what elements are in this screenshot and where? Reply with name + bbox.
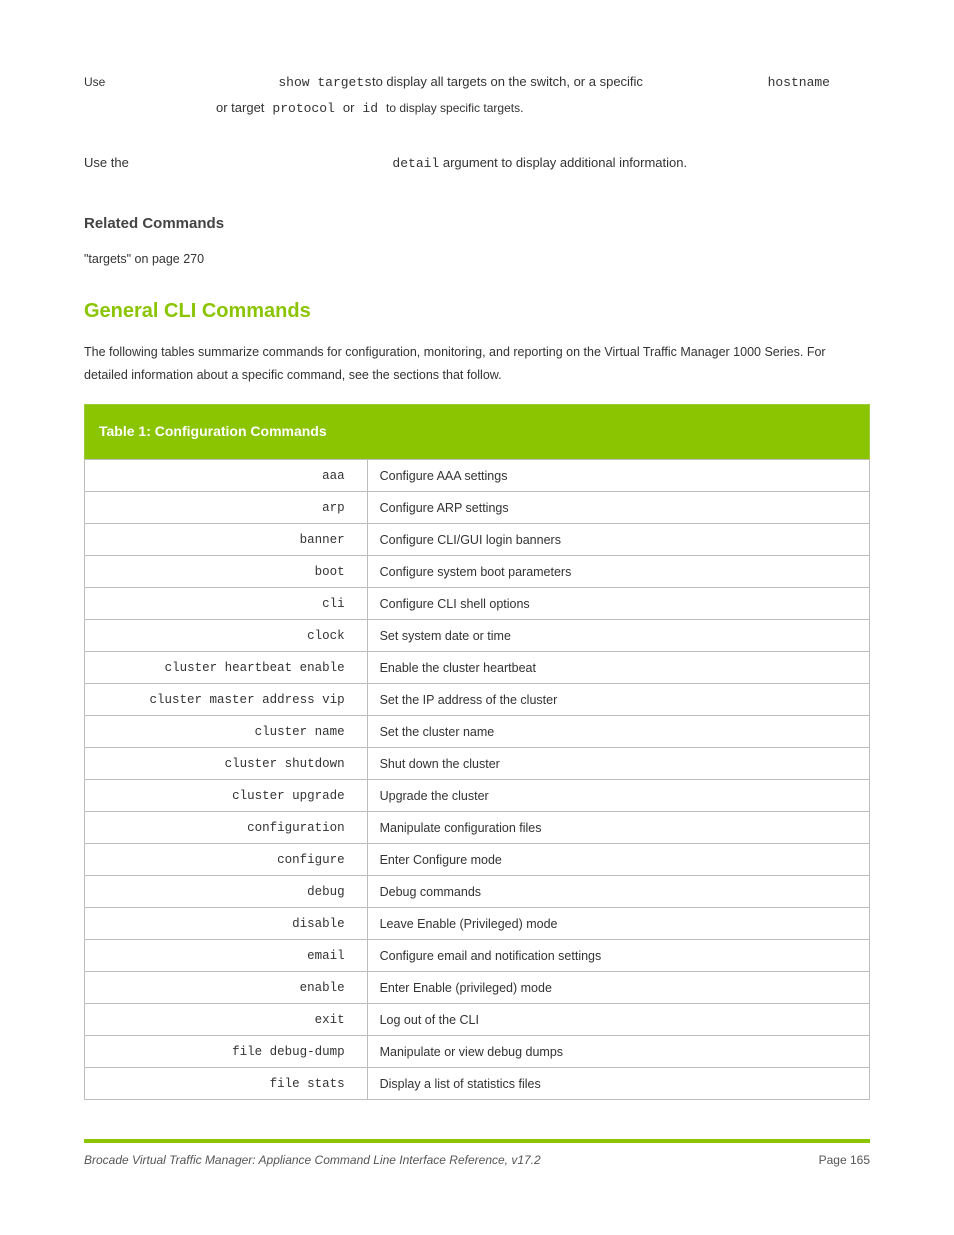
table-cell-command: file stats xyxy=(85,1068,368,1100)
table-cell-description: Display a list of statistics files xyxy=(367,1068,869,1100)
table-cell-command: configuration xyxy=(85,812,368,844)
syntax-protocol: protocol xyxy=(272,97,334,122)
table-row: clockSet system date or time xyxy=(85,620,870,652)
table-cell-command: cluster master address vip xyxy=(85,684,368,716)
table-cell-description: Log out of the CLI xyxy=(367,1004,869,1036)
table-row: file debug-dumpManipulate or view debug … xyxy=(85,1036,870,1068)
table-cell-description: Manipulate or view debug dumps xyxy=(367,1036,869,1068)
table-cell-command: arp xyxy=(85,492,368,524)
syntax-line-1: Use show targets to display all targets … xyxy=(84,70,870,96)
table-header: Table 1: Configuration Commands xyxy=(85,405,870,460)
table-cell-description: Configure email and notification setting… xyxy=(367,940,869,972)
table-cell-command: cluster heartbeat enable xyxy=(85,652,368,684)
syntax-text-use: Use xyxy=(84,71,105,94)
syntax-text-4: to display specific targets. xyxy=(386,97,523,120)
table-cell-command: boot xyxy=(85,556,368,588)
table-cell-description: Set the IP address of the cluster xyxy=(367,684,869,716)
table-cell-description: Set the cluster name xyxy=(367,716,869,748)
table-cell-command: configure xyxy=(85,844,368,876)
section-lead: The following tables summarize commands … xyxy=(84,341,870,386)
table-cell-command: banner xyxy=(85,524,368,556)
table-row: emailConfigure email and notification se… xyxy=(85,940,870,972)
footer-title: Brocade Virtual Traffic Manager: Applian… xyxy=(84,1153,541,1167)
table-cell-command: exit xyxy=(85,1004,368,1036)
table-cell-description: Configure ARP settings xyxy=(367,492,869,524)
syntax-block: Use show targets to display all targets … xyxy=(84,70,870,121)
detail-suffix: argument to display additional informati… xyxy=(439,155,687,170)
table-cell-description: Configure CLI shell options xyxy=(367,588,869,620)
table-row: cluster upgradeUpgrade the cluster xyxy=(85,780,870,812)
syntax-text-2: or target xyxy=(216,96,264,121)
table-cell-command: cli xyxy=(85,588,368,620)
footer-page-number: Page 165 xyxy=(819,1153,870,1167)
table-row: cluster master address vipSet the IP add… xyxy=(85,684,870,716)
syntax-text-1: to display all targets on the switch, or… xyxy=(372,70,643,95)
table-cell-command: cluster shutdown xyxy=(85,748,368,780)
table-row: enableEnter Enable (privileged) mode xyxy=(85,972,870,1004)
table-cell-description: Leave Enable (Privileged) mode xyxy=(367,908,869,940)
table-row: cluster nameSet the cluster name xyxy=(85,716,870,748)
table-row: disableLeave Enable (Privileged) mode xyxy=(85,908,870,940)
table-cell-description: Enter Configure mode xyxy=(367,844,869,876)
related-commands-link[interactable]: "targets" on page 270 xyxy=(84,252,870,266)
syntax-id: id xyxy=(362,97,378,122)
commands-table: Table 1: Configuration Commands aaaConfi… xyxy=(84,404,870,1100)
syntax-hostname: hostname xyxy=(768,71,830,96)
table-row: file statsDisplay a list of statistics f… xyxy=(85,1068,870,1100)
syntax-text-3: or xyxy=(343,96,355,121)
table-row: cluster heartbeat enableEnable the clust… xyxy=(85,652,870,684)
detail-keyword: detail xyxy=(392,156,439,171)
table-cell-description: Shut down the cluster xyxy=(367,748,869,780)
table-cell-command: aaa xyxy=(85,460,368,492)
table-cell-command: debug xyxy=(85,876,368,908)
table-row: bootConfigure system boot parameters xyxy=(85,556,870,588)
table-row: cluster shutdownShut down the cluster xyxy=(85,748,870,780)
syntax-cmd-show-targets: show targets xyxy=(278,71,372,96)
table-cell-command: enable xyxy=(85,972,368,1004)
table-row: bannerConfigure CLI/GUI login banners xyxy=(85,524,870,556)
table-cell-command: clock xyxy=(85,620,368,652)
related-commands-heading: Related Commands xyxy=(84,215,870,232)
table-row: aaaConfigure AAA settings xyxy=(85,460,870,492)
syntax-line-2: or target protocol or id to display spec… xyxy=(84,96,870,122)
section-heading: General CLI Commands xyxy=(84,300,870,323)
table-cell-command: file debug-dump xyxy=(85,1036,368,1068)
table-cell-command: email xyxy=(85,940,368,972)
detail-prefix: Use the xyxy=(84,155,132,170)
detail-block: Use the detail argument to display addit… xyxy=(84,151,870,177)
table-row: arpConfigure ARP settings xyxy=(85,492,870,524)
table-cell-command: cluster upgrade xyxy=(85,780,368,812)
table-cell-command: disable xyxy=(85,908,368,940)
table-cell-description: Configure system boot parameters xyxy=(367,556,869,588)
table-row: configurationManipulate configuration fi… xyxy=(85,812,870,844)
table-cell-description: Manipulate configuration files xyxy=(367,812,869,844)
table-row: cliConfigure CLI shell options xyxy=(85,588,870,620)
table-row: debugDebug commands xyxy=(85,876,870,908)
table-cell-description: Configure CLI/GUI login banners xyxy=(367,524,869,556)
table-cell-description: Set system date or time xyxy=(367,620,869,652)
page-footer: Brocade Virtual Traffic Manager: Applian… xyxy=(84,1139,870,1167)
table-cell-description: Upgrade the cluster xyxy=(367,780,869,812)
table-cell-command: cluster name xyxy=(85,716,368,748)
footer-divider xyxy=(84,1139,870,1143)
table-row: exitLog out of the CLI xyxy=(85,1004,870,1036)
table-cell-description: Configure AAA settings xyxy=(367,460,869,492)
table-row: configureEnter Configure mode xyxy=(85,844,870,876)
table-cell-description: Enable the cluster heartbeat xyxy=(367,652,869,684)
table-cell-description: Debug commands xyxy=(367,876,869,908)
table-cell-description: Enter Enable (privileged) mode xyxy=(367,972,869,1004)
